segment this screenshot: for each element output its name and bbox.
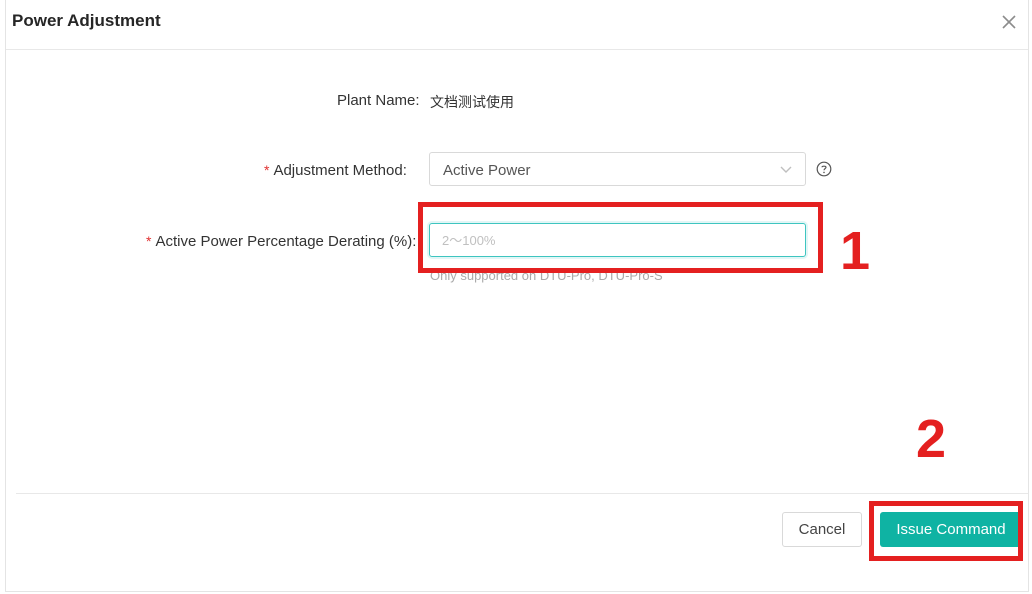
required-marker: * [146,233,152,249]
adjustment-method-label-text: Adjustment Method: [273,162,407,179]
annotation-box-1 [418,202,823,273]
plant-name-value: 文档测试使用 [430,94,514,110]
help-circle-icon[interactable] [816,161,832,177]
plant-name-label: Plant Name: [337,92,420,109]
chevron-down-icon [780,166,792,173]
annotation-number-1: 1 [840,221,871,281]
dialog-title: Power Adjustment [12,11,161,30]
derating-label-text: Active Power Percentage Derating (%): [155,233,417,250]
footer-divider [16,493,1028,494]
close-icon[interactable] [998,11,1020,33]
dialog-header: Power Adjustment [6,0,1028,50]
annotation-box-2 [869,501,1023,561]
derating-label: * Active Power Percentage Derating (%): [146,233,416,250]
adjustment-method-label: * Adjustment Method: [264,162,407,179]
cancel-button[interactable]: Cancel [782,512,862,547]
required-marker: * [264,162,270,178]
annotation-number-2: 2 [916,409,947,469]
adjustment-method-select[interactable]: Active Power [429,152,806,186]
adjustment-method-value: Active Power [443,162,531,179]
